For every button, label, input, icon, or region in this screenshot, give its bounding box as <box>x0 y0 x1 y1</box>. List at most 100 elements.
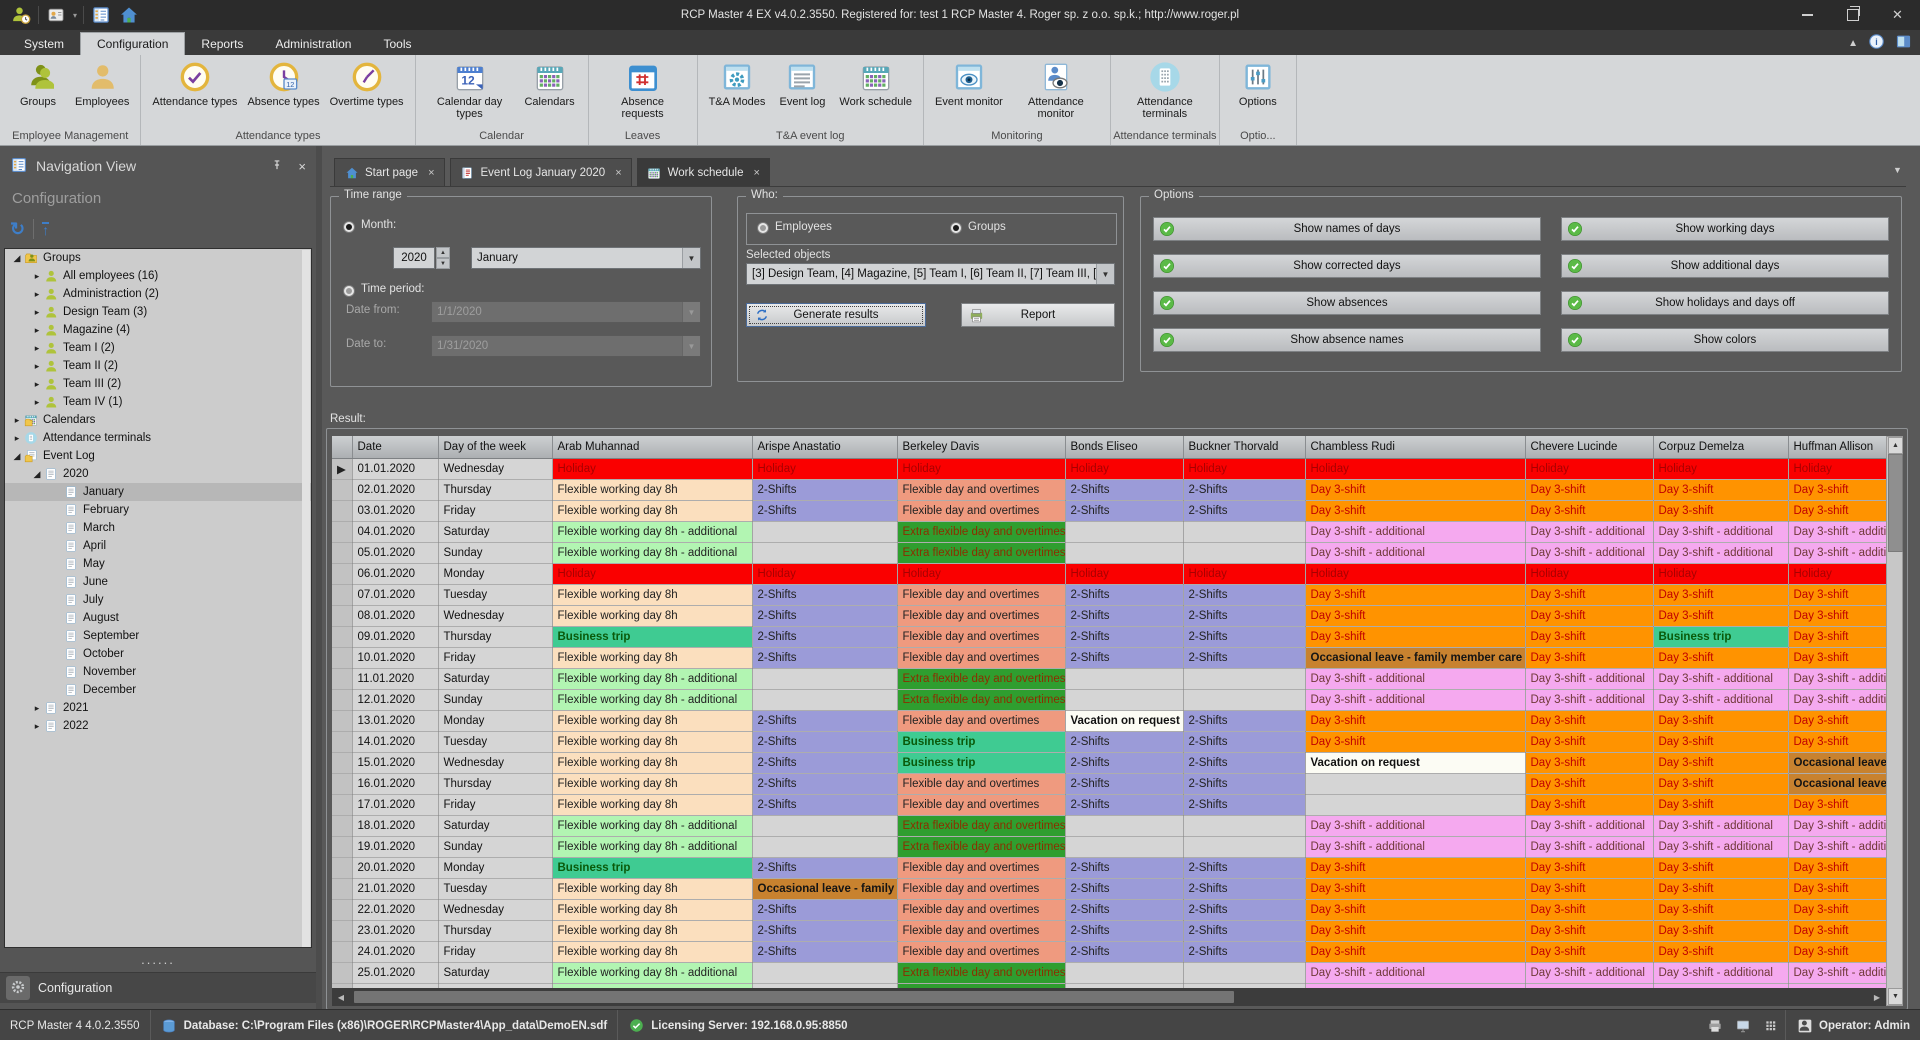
schedule-cell[interactable]: Day 3-shift - additional <box>1653 689 1788 710</box>
tree-item-april[interactable]: April <box>5 537 311 555</box>
date-cell[interactable]: 03.01.2020 <box>352 500 438 521</box>
date-cell[interactable]: 23.01.2020 <box>352 920 438 941</box>
schedule-cell[interactable]: Day 3-shift - additional <box>1788 962 1886 983</box>
tree-item-attendance-terminals[interactable]: ▸Attendance terminals <box>5 429 311 447</box>
schedule-cell[interactable]: Flexible working day 8h - additional <box>552 689 752 710</box>
ribbon-button-absence-requests[interactable]: Absence requests <box>595 58 691 122</box>
schedule-cell[interactable]: Day 3-shift <box>1653 941 1788 962</box>
day-cell[interactable]: Friday <box>438 647 552 668</box>
date-cell[interactable]: 17.01.2020 <box>352 794 438 815</box>
date-cell[interactable]: 20.01.2020 <box>352 857 438 878</box>
date-to-field[interactable]: 1/31/2020 ▼ <box>431 335 701 357</box>
schedule-cell[interactable] <box>1065 521 1183 542</box>
column-header-corpuz-demelza[interactable]: Corpuz Demelza <box>1653 436 1788 458</box>
chevron-down-icon[interactable]: ▾ <box>73 11 77 20</box>
horizontal-scrollbar[interactable]: ◀ ▶ <box>332 988 1886 1006</box>
schedule-cell[interactable]: Day 3-shift - additional <box>1305 521 1525 542</box>
schedule-cell[interactable]: Holiday <box>1065 458 1183 479</box>
column-header-day-of-the-week[interactable]: Day of the week <box>438 436 552 458</box>
date-cell[interactable]: 04.01.2020 <box>352 521 438 542</box>
column-header-chevere-lucinde[interactable]: Chevere Lucinde <box>1525 436 1653 458</box>
tree-item-team-iv-1[interactable]: ▸Team IV (1) <box>5 393 311 411</box>
day-cell[interactable]: Wednesday <box>438 899 552 920</box>
date-cell[interactable]: 05.01.2020 <box>352 542 438 563</box>
schedule-cell[interactable]: Day 3-shift - additional <box>1525 689 1653 710</box>
schedule-cell[interactable]: Holiday <box>1065 563 1183 584</box>
schedule-cell[interactable] <box>752 962 897 983</box>
schedule-cell[interactable]: Flexible day and overtimes <box>897 584 1065 605</box>
schedule-cell[interactable]: Holiday <box>1525 458 1653 479</box>
day-cell[interactable]: Thursday <box>438 920 552 941</box>
schedule-cell[interactable]: Occasional leave - family member care <box>752 878 897 899</box>
day-cell[interactable]: Friday <box>438 794 552 815</box>
monitor-icon[interactable] <box>1732 1015 1754 1037</box>
schedule-cell[interactable]: 2-Shifts <box>1065 500 1183 521</box>
schedule-cell[interactable]: Occasional leave - family member care <box>1788 773 1886 794</box>
ribbon-button-calendars[interactable]: Calendars <box>518 58 582 122</box>
close-tab-icon[interactable]: × <box>754 167 760 179</box>
schedule-cell[interactable]: Flexible working day 8h <box>552 794 752 815</box>
day-cell[interactable]: Monday <box>438 710 552 731</box>
scroll-right-icon[interactable]: ▶ <box>1868 988 1886 1006</box>
navigation-list-icon[interactable] <box>90 4 112 26</box>
schedule-cell[interactable]: Flexible day and overtimes <box>897 878 1065 899</box>
schedule-cell[interactable]: 2-Shifts <box>1183 857 1305 878</box>
refresh-icon[interactable]: ↻ <box>10 219 25 240</box>
collapse-icon[interactable]: ◢ <box>11 447 23 465</box>
schedule-cell[interactable]: 2-Shifts <box>1065 878 1183 899</box>
expand-icon[interactable]: ▸ <box>31 303 43 321</box>
expand-icon[interactable]: ▸ <box>11 429 23 447</box>
schedule-cell[interactable]: Day 3-shift <box>1305 626 1525 647</box>
schedule-cell[interactable]: Day 3-shift - additional <box>1788 836 1886 857</box>
day-cell[interactable]: Wednesday <box>438 605 552 626</box>
schedule-cell[interactable]: Business trip <box>552 857 752 878</box>
schedule-cell[interactable]: Day 3-shift <box>1788 626 1886 647</box>
ribbon-button-work-schedule[interactable]: Work schedule <box>834 58 917 110</box>
navigation-footer-configuration[interactable]: Configuration <box>0 972 316 1003</box>
date-cell[interactable]: 16.01.2020 <box>352 773 438 794</box>
panel-splitter[interactable]: ...... <box>0 952 316 967</box>
schedule-cell[interactable]: Flexible working day 8h <box>552 710 752 731</box>
schedule-cell[interactable]: 2-Shifts <box>1065 773 1183 794</box>
date-from-field[interactable]: 1/1/2020 ▼ <box>431 301 701 323</box>
schedule-cell[interactable]: Day 3-shift <box>1653 794 1788 815</box>
schedule-cell[interactable]: Day 3-shift - additional <box>1788 689 1886 710</box>
schedule-cell[interactable]: Holiday <box>1788 563 1886 584</box>
schedule-cell[interactable]: 2-Shifts <box>1183 731 1305 752</box>
tree-item-administraction-2[interactable]: ▸Administraction (2) <box>5 285 311 303</box>
schedule-cell[interactable]: Day 3-shift - additional <box>1653 668 1788 689</box>
scrollbar-thumb[interactable] <box>1888 454 1903 552</box>
schedule-cell[interactable]: Day 3-shift <box>1525 626 1653 647</box>
schedule-cell[interactable]: Day 3-shift <box>1525 899 1653 920</box>
expand-icon[interactable]: ▸ <box>31 357 43 375</box>
tree-item-december[interactable]: December <box>5 681 311 699</box>
schedule-cell[interactable]: Day 3-shift - additional <box>1653 836 1788 857</box>
card-icon[interactable] <box>45 4 67 26</box>
column-header-bonds-eliseo[interactable]: Bonds Eliseo <box>1065 436 1183 458</box>
date-cell[interactable]: 25.01.2020 <box>352 962 438 983</box>
schedule-cell[interactable]: 2-Shifts <box>752 899 897 920</box>
ribbon-button-attendance-monitor[interactable]: Attendance monitor <box>1008 58 1104 122</box>
day-cell[interactable]: Thursday <box>438 479 552 500</box>
schedule-cell[interactable]: Day 3-shift <box>1305 710 1525 731</box>
schedule-cell[interactable]: Extra flexible day and overtimes <box>897 815 1065 836</box>
date-cell[interactable]: 13.01.2020 <box>352 710 438 731</box>
date-cell[interactable]: 21.01.2020 <box>352 878 438 899</box>
schedule-cell[interactable]: Day 3-shift <box>1305 941 1525 962</box>
tree-item-magazine-4[interactable]: ▸Magazine (4) <box>5 321 311 339</box>
tree-item-september[interactable]: September <box>5 627 311 645</box>
month-select[interactable]: January ▼ <box>471 247 701 269</box>
selected-objects-select[interactable]: [3] Design Team, [4] Magazine, [5] Team … <box>746 263 1115 285</box>
schedule-cell[interactable]: Extra flexible day and overtimes <box>897 668 1065 689</box>
schedule-cell[interactable]: Holiday <box>1305 563 1525 584</box>
date-cell[interactable]: 14.01.2020 <box>352 731 438 752</box>
schedule-cell[interactable] <box>1065 836 1183 857</box>
schedule-cell[interactable]: Holiday <box>1183 563 1305 584</box>
day-cell[interactable]: Saturday <box>438 668 552 689</box>
schedule-cell[interactable]: Holiday <box>1653 563 1788 584</box>
schedule-cell[interactable]: Day 3-shift - additional <box>1525 836 1653 857</box>
schedule-cell[interactable]: 2-Shifts <box>1065 920 1183 941</box>
pin-icon[interactable] <box>270 158 284 175</box>
day-cell[interactable]: Friday <box>438 941 552 962</box>
schedule-cell[interactable]: Day 3-shift <box>1788 899 1886 920</box>
